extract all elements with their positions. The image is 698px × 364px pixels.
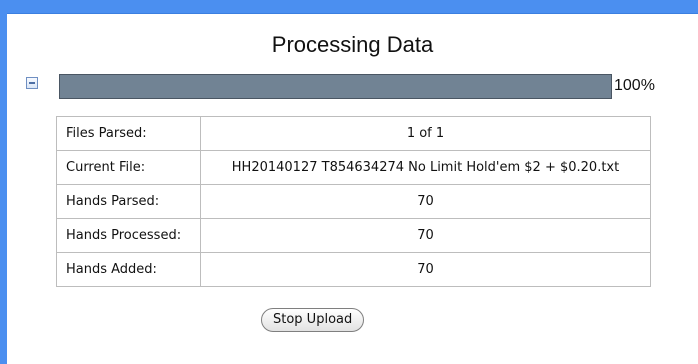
collapse-minus-icon[interactable] xyxy=(26,77,38,89)
table-row: Files Parsed: 1 of 1 xyxy=(56,116,651,151)
stop-upload-button[interactable]: Stop Upload xyxy=(261,308,365,332)
current-file-label: Current File: xyxy=(56,150,201,185)
hands-processed-label: Hands Processed: xyxy=(56,218,201,253)
files-parsed-label: Files Parsed: xyxy=(56,116,201,151)
hands-processed-value: 70 xyxy=(200,218,651,253)
processing-panel: Processing Data 100% Files Parsed: 1 of … xyxy=(7,13,698,364)
table-row: Current File: HH20140127 T854634274 No L… xyxy=(56,150,651,185)
table-row: Hands Parsed: 70 xyxy=(56,184,651,219)
files-parsed-value: 1 of 1 xyxy=(200,116,651,151)
progress-fill xyxy=(60,75,611,98)
progress-bar xyxy=(59,74,612,99)
table-row: Hands Processed: 70 xyxy=(56,218,651,253)
progress-percent: 100% xyxy=(614,77,655,94)
stats-table: Files Parsed: 1 of 1 Current File: HH201… xyxy=(56,116,651,287)
page-title: Processing Data xyxy=(271,32,434,57)
hands-added-label: Hands Added: xyxy=(56,252,201,287)
hands-parsed-label: Hands Parsed: xyxy=(56,184,201,219)
hands-added-value: 70 xyxy=(200,252,651,287)
current-file-value: HH20140127 T854634274 No Limit Hold'em $… xyxy=(200,150,651,185)
table-row: Hands Added: 70 xyxy=(56,252,651,287)
hands-parsed-value: 70 xyxy=(200,184,651,219)
